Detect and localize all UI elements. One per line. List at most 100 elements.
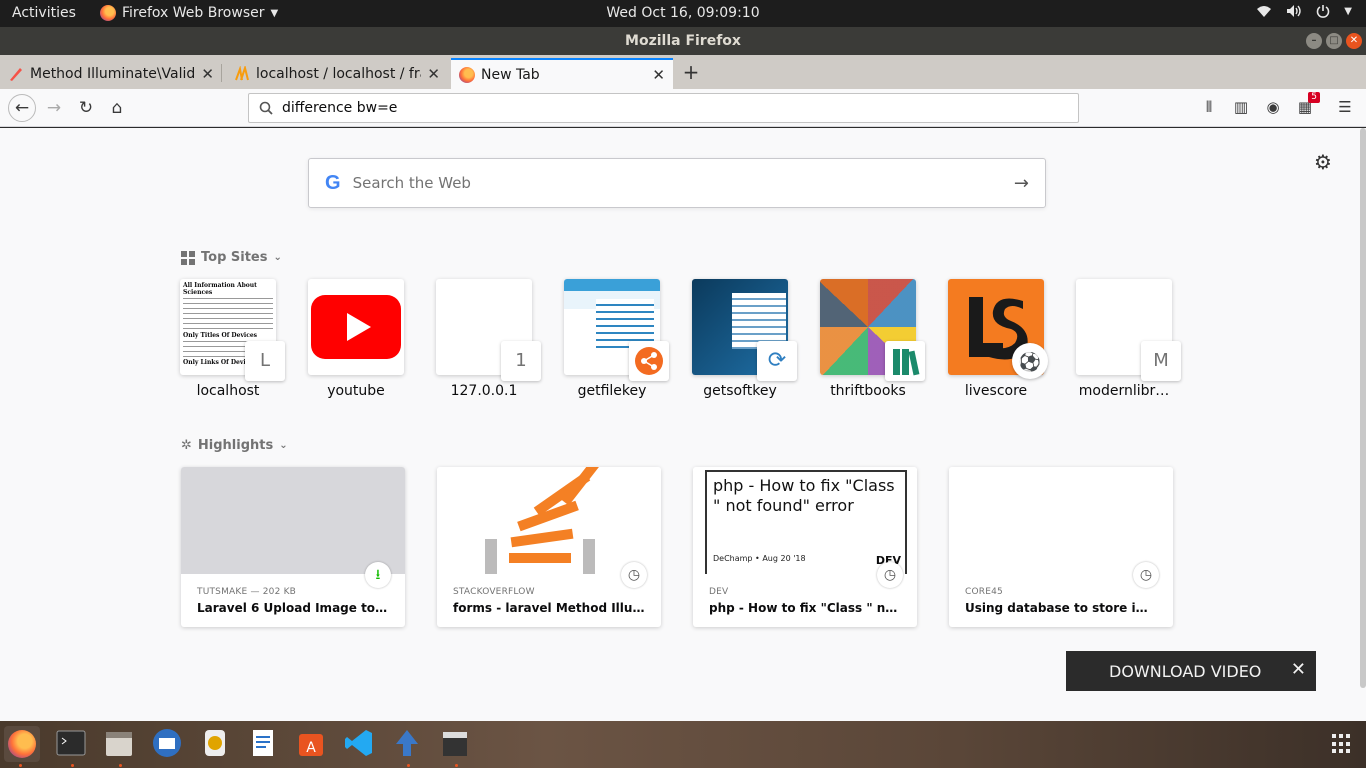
software-center-icon: A <box>299 734 323 756</box>
notification-badge: 5 <box>1308 92 1320 103</box>
highlights-list: ⭳ TUTSMAKE — 202 KB Laravel 6 Upload Ima… <box>181 467 1173 627</box>
dock-thunderbird[interactable] <box>150 726 186 762</box>
close-icon[interactable]: ✕ <box>1291 659 1306 680</box>
card-title: php - How to fix "Class " not fo… <box>709 601 901 615</box>
tab-laravel[interactable]: Method Illuminate\Validation ✕ <box>0 58 222 89</box>
top-site-label: thriftbooks <box>830 383 906 399</box>
search-input[interactable]: Search the Web <box>353 174 1014 192</box>
svg-text:A: A <box>306 740 316 756</box>
clock-icon[interactable]: ◷ <box>621 562 647 588</box>
minimize-button[interactable]: – <box>1306 33 1322 49</box>
document-icon <box>253 730 273 756</box>
tab-title: localhost / localhost / fra <box>256 65 422 82</box>
new-tab-button[interactable]: + <box>680 58 702 86</box>
close-icon[interactable]: ✕ <box>427 65 440 83</box>
highlight-card[interactable]: php - How to fix "Class " not found" err… <box>693 467 917 627</box>
top-site-livescore[interactable]: ⚽ livescore <box>948 279 1048 399</box>
download-icon[interactable]: ⭳ <box>365 562 391 588</box>
dock-video-editor[interactable] <box>438 726 474 762</box>
tab-phpmyadmin[interactable]: localhost / localhost / fra ✕ <box>226 58 448 89</box>
dock-uget[interactable] <box>390 726 426 762</box>
close-window-button[interactable]: ✕ <box>1346 33 1362 49</box>
activities-button[interactable]: Activities <box>12 5 76 21</box>
gnome-top-bar: Activities Firefox Web Browser ▼ Wed Oct… <box>0 0 1366 27</box>
highlights-label: Highlights <box>197 438 274 453</box>
dock: A <box>0 721 1366 768</box>
firefox-icon <box>100 5 116 21</box>
highlight-card[interactable]: ⭳ TUTSMAKE — 202 KB Laravel 6 Upload Ima… <box>181 467 405 627</box>
url-input[interactable]: difference bw=e <box>282 100 397 116</box>
hamburger-menu-icon[interactable]: ☰ <box>1336 98 1354 116</box>
highlights-heading[interactable]: ✲ Highlights ⌄ <box>181 438 288 453</box>
tab-title: New Tab <box>481 66 540 83</box>
account-icon[interactable]: ◉ <box>1264 98 1282 116</box>
terminal-icon <box>56 730 86 756</box>
card-host: CORE45 <box>965 587 1003 597</box>
system-tray[interactable]: ▼ <box>1256 4 1352 18</box>
web-search-box[interactable]: G Search the Web → <box>308 158 1046 208</box>
clock-icon[interactable]: ◷ <box>877 562 903 588</box>
thumb-meta: DeChamp • Aug 20 '18 <box>713 554 806 563</box>
scrollbar[interactable] <box>1360 128 1366 688</box>
top-site-label: getfilekey <box>577 383 647 399</box>
chevron-down-icon: ⌄ <box>279 440 288 451</box>
caret-down-icon: ▼ <box>1344 5 1352 17</box>
navigation-toolbar: ← → ↻ ⌂ difference bw=e ⫴ ▥ ◉ ▦ 5 ☰ <box>0 89 1366 127</box>
dock-software[interactable]: A <box>294 726 330 762</box>
show-applications-icon[interactable] <box>1332 734 1352 754</box>
back-button[interactable]: ← <box>8 94 36 122</box>
chevron-down-icon: ⌄ <box>273 252 282 263</box>
top-site-label: localhost <box>196 383 260 399</box>
music-icon <box>205 730 225 756</box>
thumb-title: php - How to fix "Class " not found" err… <box>713 476 895 515</box>
maximize-button[interactable]: □ <box>1326 33 1342 49</box>
close-icon[interactable]: ✕ <box>201 65 214 83</box>
search-icon <box>259 101 273 115</box>
dock-terminal[interactable] <box>54 726 90 762</box>
download-video-banner[interactable]: DOWNLOAD VIDEO ✕ <box>1066 651 1316 691</box>
card-title: Laravel 6 Upload Image to Dat… <box>197 601 389 615</box>
dock-firefox[interactable] <box>4 726 40 762</box>
stackoverflow-logo-icon <box>485 467 608 574</box>
library-icon[interactable]: ⫴ <box>1200 98 1218 116</box>
forward-button[interactable]: → <box>42 96 66 120</box>
highlight-card[interactable]: ◷ STACKOVERFLOW forms - laravel Method I… <box>437 467 661 627</box>
home-button[interactable]: ⌂ <box>105 96 129 120</box>
firefox-icon <box>8 730 36 758</box>
mail-icon <box>153 729 181 757</box>
dock-writer[interactable] <box>246 726 282 762</box>
top-site-getsoftkey[interactable]: ⟳ getsoftkey <box>692 279 797 399</box>
thumb-lines <box>183 296 273 332</box>
tab-new-tab[interactable]: New Tab ✕ <box>451 58 673 89</box>
sidebar-icon[interactable]: ▥ <box>1232 98 1250 116</box>
extension-icon[interactable]: ▦ 5 <box>1296 92 1320 116</box>
dock-files[interactable] <box>102 726 138 762</box>
top-sites-heading[interactable]: Top Sites ⌄ <box>181 250 282 265</box>
power-icon <box>1317 5 1330 18</box>
refresh-icon: ⟳ <box>757 341 797 381</box>
reload-button[interactable]: ↻ <box>74 96 98 120</box>
highlight-card[interactable]: ◷ CORE45 Using database to store images… <box>949 467 1173 627</box>
app-menu-label: Firefox Web Browser <box>122 5 265 21</box>
arrow-right-icon[interactable]: → <box>1014 173 1029 194</box>
dock-vscode[interactable] <box>342 726 378 762</box>
site-letter: L <box>245 341 285 381</box>
top-site-youtube[interactable]: youtube <box>308 279 404 399</box>
url-bar[interactable]: difference bw=e <box>248 93 1079 123</box>
top-site-getfilekey[interactable]: getfilekey <box>564 279 669 399</box>
gear-icon[interactable]: ⚙ <box>1314 150 1332 174</box>
close-icon[interactable]: ✕ <box>652 66 665 84</box>
clock-icon[interactable]: ◷ <box>1133 562 1159 588</box>
ball-icon: ⚽ <box>1012 343 1048 379</box>
clock[interactable]: Wed Oct 16, 09:09:10 <box>606 5 759 21</box>
card-title: Using database to store images… <box>965 601 1157 615</box>
top-site-modernlibrary[interactable]: M modernlibr… <box>1076 279 1181 399</box>
dock-rhythmbox[interactable] <box>198 726 234 762</box>
thumb-text: Only Titles Of Devices <box>183 332 258 339</box>
site-letter: M <box>1141 341 1181 381</box>
top-site-127[interactable]: 1 127.0.0.1 <box>436 279 541 399</box>
app-menu[interactable]: Firefox Web Browser ▼ <box>100 5 278 21</box>
top-site-localhost[interactable]: All Information About Sciences Only Titl… <box>180 279 285 399</box>
top-site-thriftbooks[interactable]: thriftbooks <box>820 279 925 399</box>
clapperboard-icon <box>443 732 467 756</box>
